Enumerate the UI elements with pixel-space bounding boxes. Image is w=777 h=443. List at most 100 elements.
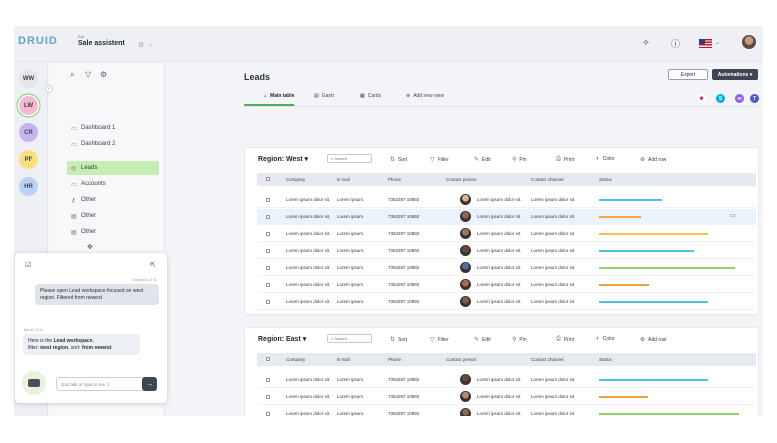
region-selector[interactable]: Region: East ▾: [258, 335, 306, 343]
search-placeholder: Search: [334, 156, 348, 161]
tab-main-table[interactable]: ⌂ Main table: [264, 93, 294, 99]
select-all-checkbox[interactable]: [266, 177, 270, 181]
row-checkbox[interactable]: [266, 412, 270, 416]
send-button[interactable]: →: [142, 377, 157, 391]
teams-icon[interactable]: T: [750, 94, 759, 103]
sidebar-item-leads[interactable]: ◎ Leads: [67, 161, 159, 175]
table-row[interactable]: Lorem ipsum dolor sit. Lorem ipsum. 736328…: [257, 192, 756, 208]
collapse-nav-button[interactable]: ‹: [45, 85, 53, 93]
table-row[interactable]: Lorem ipsum dolor sit. Lorem ipsum. 736328…: [257, 294, 756, 310]
add-row-button[interactable]: ⊕ Add row: [640, 156, 666, 164]
edit-checklist-icon[interactable]: ☑: [25, 261, 31, 269]
row-checkbox[interactable]: [266, 232, 270, 236]
gear-icon[interactable]: ⚙: [138, 41, 144, 49]
edit-button[interactable]: ✎ Edit: [474, 336, 491, 344]
workspace-hr[interactable]: HR: [19, 177, 38, 196]
cell-contact: Lorem ipsum dolor sit.: [477, 282, 522, 287]
column-header[interactable]: Status: [599, 357, 612, 362]
table-row[interactable]: Lorem ipsum dolor sit. Lorem ipsum. 736328…: [257, 243, 756, 259]
tab-cards[interactable]: ▦ Cards: [360, 93, 381, 99]
row-checkbox[interactable]: [266, 378, 270, 382]
chevron-down-icon[interactable]: ⌄: [148, 41, 153, 48]
table-row[interactable]: Lorem ipsum dolor sit. Lorem ipsum. 736328…: [257, 389, 756, 405]
export-button[interactable]: Export: [668, 69, 708, 80]
search-input[interactable]: ⌕ Search: [327, 334, 372, 343]
workspace-lw[interactable]: LW: [19, 96, 38, 115]
chat-input[interactable]: Just talk or type to me :): [56, 377, 144, 391]
status-bar: [599, 284, 649, 286]
status-bar: [599, 413, 739, 415]
sidebar-item-other[interactable]: ⚷ Other: [67, 193, 159, 207]
drag-handle-icon[interactable]: ✥: [87, 243, 93, 251]
search-input[interactable]: ⌕ Search: [327, 154, 372, 163]
column-header[interactable]: Contact person: [446, 177, 477, 182]
tab-add-new-view[interactable]: ⊕ Add new view: [406, 93, 444, 99]
column-header[interactable]: Phone: [388, 357, 401, 362]
workspace-cr[interactable]: CR: [19, 123, 38, 142]
us-flag-icon[interactable]: [699, 39, 712, 48]
color-button[interactable]: ◐ Color: [596, 336, 615, 342]
automations-button[interactable]: Automations ▾: [712, 69, 758, 80]
pin-button[interactable]: ⚲ Pin: [512, 156, 527, 164]
filter-icon[interactable]: ▽: [85, 70, 91, 79]
sidebar-item-other[interactable]: ▤ Other: [67, 225, 159, 239]
table-row[interactable]: Lorem ipsum dolor sit. Lorem ipsum. 736328…: [257, 260, 756, 276]
handshake-icon[interactable]: ⟡: [643, 37, 649, 48]
workspace-pf[interactable]: PF: [19, 150, 38, 169]
add-row-button[interactable]: ⊕ Add row: [640, 336, 666, 344]
table-row[interactable]: Lorem ipsum dolor sit. Lorem ipsum. 736328…: [257, 406, 756, 416]
print-button[interactable]: ⎙ Print: [556, 156, 574, 163]
sidebar-item-other[interactable]: ▤ Other: [67, 209, 159, 223]
sort-button[interactable]: ⇅ Sort: [390, 336, 407, 344]
edit-button[interactable]: ✎ Edit: [474, 156, 491, 164]
select-all-checkbox[interactable]: [266, 357, 270, 361]
print-button[interactable]: ⎙ Print: [556, 336, 574, 343]
row-checkbox[interactable]: [266, 198, 270, 202]
sidebar-item-label: Leads: [81, 165, 98, 171]
row-checkbox[interactable]: [266, 283, 270, 287]
column-header[interactable]: Company: [286, 357, 305, 362]
filter-button[interactable]: ▽ Filter: [430, 156, 449, 164]
contact-avatar: [460, 228, 471, 239]
column-header[interactable]: E-mail: [337, 177, 350, 182]
row-checkbox[interactable]: [266, 266, 270, 270]
row-checkbox[interactable]: [266, 249, 270, 253]
table-row[interactable]: Lorem ipsum dolor sit. Lorem ipsum. 736328…: [257, 209, 756, 225]
user-avatar[interactable]: [742, 35, 756, 49]
help-icon[interactable]: ⓘ: [671, 37, 680, 50]
column-header[interactable]: E-mail: [337, 357, 350, 362]
filter-button[interactable]: ▽ Filter: [430, 336, 449, 344]
column-header[interactable]: Contact channel: [531, 177, 564, 182]
chevron-down-icon[interactable]: ⌄: [715, 39, 720, 46]
column-header[interactable]: Contact person: [446, 357, 477, 362]
sidebar-item-dashboard-1[interactable]: ▭ Dashboard 1: [67, 121, 159, 135]
search-icon[interactable]: ⌕: [70, 70, 74, 80]
table-row[interactable]: Lorem ipsum dolor sit. Lorem ipsum. 736328…: [257, 277, 756, 293]
color-button[interactable]: ◐ Color: [596, 156, 615, 162]
settings-icon[interactable]: ⚙: [100, 70, 107, 79]
table-row[interactable]: Lorem ipsum dolor sit. Lorem ipsum. 736328…: [257, 226, 756, 242]
row-checkbox[interactable]: [266, 300, 270, 304]
pin-button[interactable]: ⚲ Pin: [512, 336, 527, 344]
region-selector[interactable]: Region: West ▾: [258, 155, 308, 163]
sort-button[interactable]: ⇅ Sort: [390, 156, 407, 164]
bot-name[interactable]: Sale assistent: [78, 40, 125, 47]
tab-gantt[interactable]: ▤ Gantt: [314, 93, 334, 99]
column-header[interactable]: Status: [599, 177, 612, 182]
column-header[interactable]: Contact channel: [531, 357, 564, 362]
sidebar-item-accounts[interactable]: ▭ Accounts: [67, 177, 159, 191]
workspace-ww[interactable]: WW: [19, 69, 38, 88]
expand-icon[interactable]: ⇱: [150, 261, 156, 269]
skype-icon[interactable]: S: [716, 94, 725, 103]
messenger-icon[interactable]: m: [735, 94, 744, 103]
sidebar-item-dashboard-2[interactable]: ▭ Dashboard 2: [67, 137, 159, 151]
table-row[interactable]: Lorem ipsum dolor sit. Lorem ipsum. 736328…: [257, 372, 756, 388]
comment-icon[interactable]: ▭: [730, 212, 736, 219]
column-header[interactable]: Company: [286, 177, 305, 182]
row-checkbox[interactable]: [266, 215, 270, 219]
cell-channel: Lorem ipsum dolor sit.: [531, 282, 576, 287]
slack-icon[interactable]: ✱: [697, 94, 706, 103]
column-header[interactable]: Phone: [388, 177, 401, 182]
chat-panel: ✥ ☑ ⇱ Joanna at 14:11 Please open Lead w…: [15, 244, 167, 403]
row-checkbox[interactable]: [266, 395, 270, 399]
